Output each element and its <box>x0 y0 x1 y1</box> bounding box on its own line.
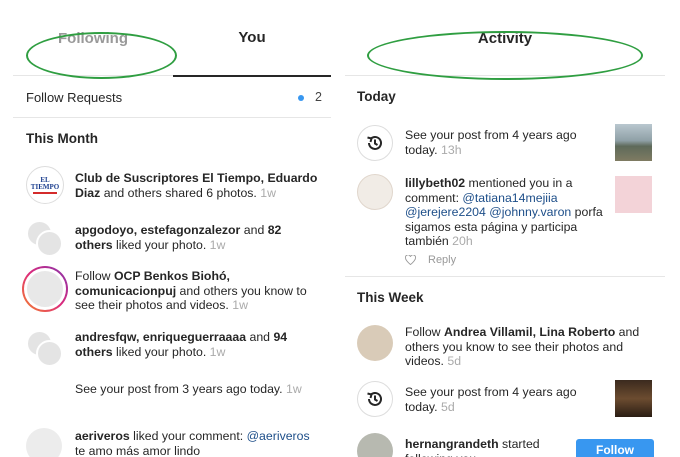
item-text: Follow Andrea Villamil, Lina Roberto and… <box>405 325 645 369</box>
avatar <box>36 230 63 257</box>
memory-clock-icon <box>357 125 393 161</box>
logo-bar <box>33 191 57 194</box>
section-today: Today <box>357 89 396 104</box>
timestamp: 1w <box>256 185 276 200</box>
tab-bar: Activity <box>345 0 665 76</box>
avatar[interactable] <box>26 428 62 457</box>
connector-text: and <box>246 330 274 344</box>
post-thumbnail[interactable] <box>615 124 652 161</box>
follow-requests-count: 2 <box>315 90 322 104</box>
divider <box>345 276 665 277</box>
avatar <box>36 340 63 367</box>
item-text: See your post from 4 years ago today. 5d <box>405 385 610 414</box>
reply-link[interactable]: Reply <box>428 254 456 266</box>
avatar[interactable] <box>357 433 393 457</box>
avatar[interactable] <box>357 325 393 361</box>
username[interactable]: apgodoyo, estefagonzalezor <box>75 223 240 237</box>
username[interactable]: lillybeth02 <box>405 176 465 190</box>
list-item[interactable]: aeriveros liked your comment: @aeriveros… <box>13 424 331 457</box>
username[interactable]: andresfqw, enriqueguerraaaa <box>75 330 246 344</box>
item-text: Follow OCP Benkos Biohó, comunicacionpuj… <box>75 269 321 313</box>
timestamp: 5d <box>443 354 462 368</box>
list-item[interactable]: See your post from 4 years ago today. 13… <box>345 118 665 166</box>
timestamp: 20h <box>448 234 473 248</box>
item-message: liked your comment: <box>129 429 247 443</box>
item-message: See your post from 4 years ago today. <box>405 385 577 414</box>
connector-text: and <box>240 223 268 237</box>
section-this-week: This Week <box>357 290 424 305</box>
avatar <box>24 268 66 310</box>
timestamp: 1w <box>206 237 226 252</box>
item-text: lillybeth02 mentioned you in a comment: … <box>405 176 610 249</box>
group-avatar[interactable] <box>26 220 64 258</box>
timestamp: 1w <box>282 382 302 396</box>
logo-text: EL TIEMPO <box>30 175 60 191</box>
item-text: See your post from 3 years ago today. 1w <box>75 382 321 397</box>
reply-row: Reply <box>405 254 456 266</box>
list-item[interactable]: See your post from 4 years ago today. 5d <box>345 378 665 424</box>
list-item[interactable]: lillybeth02 mentioned you in a comment: … <box>345 170 665 270</box>
item-text: apgodoyo, estefagonzalezor and 82 others… <box>75 223 321 252</box>
history-icon <box>367 135 382 150</box>
avatar[interactable] <box>357 174 393 210</box>
tab-activity[interactable]: Activity <box>345 0 665 76</box>
username[interactable]: hernangrandeth <box>405 437 499 451</box>
list-item[interactable]: andresfqw, enriqueguerraaaa and 94 other… <box>13 326 331 370</box>
list-item[interactable]: apgodoyo, estefagonzalezor and 82 others… <box>13 216 331 260</box>
group-avatar[interactable] <box>26 330 64 368</box>
comment-text: te amo más amor lindo <box>75 443 201 457</box>
item-message: See your post from 4 years ago today. <box>405 128 577 157</box>
mention-link[interactable]: @jerejere2204 <box>405 205 486 219</box>
item-text: andresfqw, enriqueguerraaaa and 94 other… <box>75 330 321 359</box>
mention-link[interactable]: @tatiana14mejiia <box>462 191 557 205</box>
story-avatar[interactable] <box>22 266 68 312</box>
avatar[interactable]: EL TIEMPO <box>26 166 64 204</box>
item-message: liked your photo. <box>112 344 207 359</box>
item-message: and others shared 6 photos. <box>100 185 257 200</box>
section-this-month: This Month <box>26 131 98 146</box>
follow-requests-label: Follow Requests <box>26 89 123 105</box>
history-icon <box>367 391 382 406</box>
you-notifications-panel: Following You Follow Requests 2 This Mon… <box>13 0 331 457</box>
mention-link[interactable]: @aeriveros <box>247 429 310 443</box>
activity-panel: Activity Today See your post from 4 year… <box>345 0 665 457</box>
username[interactable]: Andrea Villamil, Lina Roberto <box>444 325 615 339</box>
timestamp: 1w <box>206 344 226 359</box>
list-item[interactable]: EL TIEMPO Club de Suscriptores El Tiempo… <box>13 164 331 208</box>
tab-bar: Following You <box>13 0 331 77</box>
timestamp: 5d <box>437 399 455 414</box>
list-item[interactable]: See your post from 3 years ago today. 1w <box>13 380 331 416</box>
username[interactable]: aeriveros <box>75 429 130 443</box>
tab-you[interactable]: You <box>173 0 331 77</box>
item-message: See your post from 3 years ago today. <box>75 382 283 396</box>
timestamp: 1w <box>228 298 248 312</box>
item-prefix: Follow <box>75 269 114 283</box>
unread-dot-icon <box>298 95 304 101</box>
post-thumbnail[interactable] <box>615 176 652 213</box>
list-item[interactable]: Follow OCP Benkos Biohó, comunicacionpuj… <box>13 266 331 316</box>
follow-requests-row[interactable]: Follow Requests 2 <box>13 77 331 118</box>
mention-link[interactable]: @johnny.varon <box>489 205 571 219</box>
item-text: Club de Suscriptores El Tiempo, Eduardo … <box>75 171 321 200</box>
item-prefix: Follow <box>405 325 444 339</box>
item-text: See your post from 4 years ago today. 13… <box>405 128 610 157</box>
heart-icon[interactable] <box>405 255 416 265</box>
item-text: aeriveros liked your comment: @aeriveros… <box>75 429 321 457</box>
memory-clock-icon <box>357 381 393 417</box>
list-item[interactable]: Follow Andrea Villamil, Lina Roberto and… <box>345 322 665 368</box>
item-message: liked your photo. <box>112 237 207 252</box>
post-thumbnail[interactable] <box>615 380 652 417</box>
timestamp: 13h <box>437 142 462 157</box>
follow-button[interactable]: Follow <box>576 439 654 457</box>
item-text: hernangrandeth started following you. <box>405 437 565 457</box>
tab-following[interactable]: Following <box>13 0 173 76</box>
